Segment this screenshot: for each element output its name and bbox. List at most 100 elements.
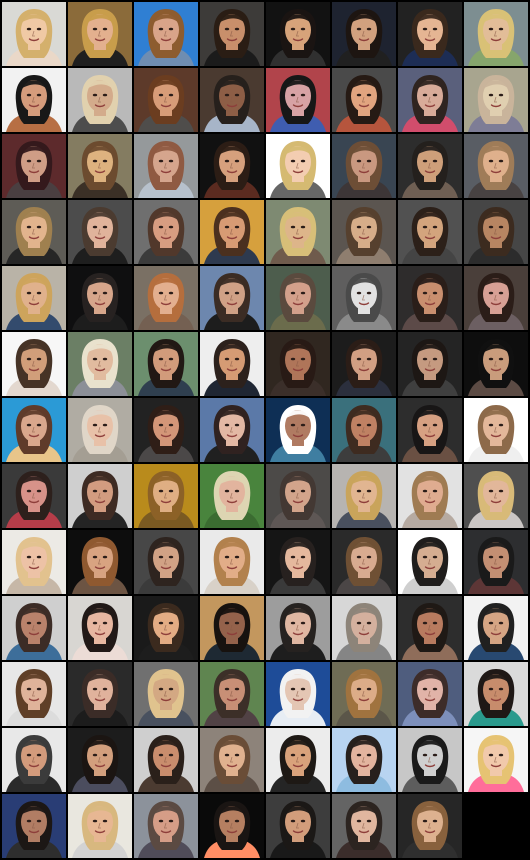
right-eye <box>432 159 438 163</box>
face-tile <box>200 134 264 198</box>
face-image <box>332 398 396 462</box>
right-eye <box>102 159 108 163</box>
left-eye <box>26 225 32 229</box>
face-image <box>2 464 66 528</box>
right-eye <box>366 555 372 559</box>
face-tile <box>398 398 462 462</box>
right-eye <box>168 225 174 229</box>
face-image <box>200 200 264 264</box>
right-eye <box>36 357 42 361</box>
left-eye <box>422 93 428 97</box>
right-eye <box>498 159 504 163</box>
right-eye <box>234 291 240 295</box>
face-tile <box>2 662 66 726</box>
face-tile <box>134 200 198 264</box>
face-image <box>398 134 462 198</box>
right-eye <box>432 225 438 229</box>
left-eye <box>488 423 494 427</box>
right-eye <box>168 489 174 493</box>
face-tile <box>200 464 264 528</box>
face-tile <box>2 134 66 198</box>
right-eye <box>36 753 42 757</box>
right-eye <box>168 753 174 757</box>
face-image <box>134 662 198 726</box>
face-tile <box>464 200 528 264</box>
face-image <box>68 332 132 396</box>
right-eye <box>36 555 42 559</box>
left-eye <box>356 555 362 559</box>
face-image <box>398 398 462 462</box>
face-image <box>2 134 66 198</box>
face-tile <box>398 728 462 792</box>
right-eye <box>102 621 108 625</box>
face-tile <box>134 728 198 792</box>
left-eye <box>422 27 428 31</box>
left-eye <box>488 753 494 757</box>
face-image <box>332 2 396 66</box>
left-eye <box>422 489 428 493</box>
left-eye <box>356 819 362 823</box>
left-eye <box>422 225 428 229</box>
face-image <box>266 2 330 66</box>
face-tile <box>134 2 198 66</box>
face-tile <box>332 200 396 264</box>
face-tile <box>332 728 396 792</box>
left-eye <box>26 489 32 493</box>
left-eye <box>356 159 362 163</box>
right-eye <box>300 621 306 625</box>
left-eye <box>158 489 164 493</box>
left-eye <box>26 753 32 757</box>
right-eye <box>300 753 306 757</box>
face-tile <box>68 266 132 330</box>
left-eye <box>158 225 164 229</box>
face-tile <box>134 68 198 132</box>
left-eye <box>290 555 296 559</box>
face-tile <box>2 794 66 858</box>
face-tile <box>134 266 198 330</box>
right-eye <box>36 291 42 295</box>
face-tile <box>2 266 66 330</box>
face-tile <box>332 398 396 462</box>
right-eye <box>234 93 240 97</box>
right-eye <box>36 687 42 691</box>
left-eye <box>26 555 32 559</box>
face-image <box>464 464 528 528</box>
face-tile <box>398 200 462 264</box>
face-image <box>464 596 528 660</box>
face-image <box>2 530 66 594</box>
left-eye <box>422 291 428 295</box>
right-eye <box>234 555 240 559</box>
face-image <box>266 68 330 132</box>
face-tile <box>2 596 66 660</box>
face-image <box>200 398 264 462</box>
face-image <box>332 134 396 198</box>
right-eye <box>366 819 372 823</box>
face-tile <box>200 728 264 792</box>
face-tile <box>332 332 396 396</box>
face-image <box>332 794 396 858</box>
face-image <box>2 266 66 330</box>
face-image <box>134 596 198 660</box>
face-tile <box>2 2 66 66</box>
right-eye <box>168 27 174 31</box>
face-image <box>200 596 264 660</box>
right-eye <box>432 819 438 823</box>
face-tile <box>332 134 396 198</box>
right-eye <box>366 753 372 757</box>
left-eye <box>26 423 32 427</box>
left-eye <box>26 159 32 163</box>
face-image <box>332 266 396 330</box>
face-image <box>2 68 66 132</box>
face-tile <box>2 728 66 792</box>
right-eye <box>366 225 372 229</box>
right-eye <box>102 357 108 361</box>
right-eye <box>168 819 174 823</box>
face-tile <box>464 596 528 660</box>
face-image <box>398 332 462 396</box>
face-image <box>200 464 264 528</box>
left-eye <box>356 225 362 229</box>
left-eye <box>92 753 98 757</box>
face-tile <box>134 464 198 528</box>
face-image <box>332 596 396 660</box>
face-image <box>266 662 330 726</box>
